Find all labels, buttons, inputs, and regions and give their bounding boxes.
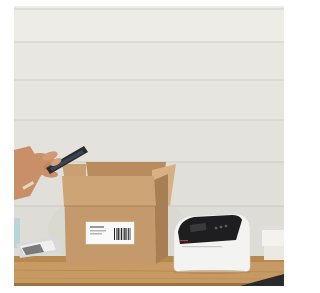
cardboard-box [62,162,176,264]
printer-button [214,226,218,230]
photo-scene [0,0,290,293]
printer-button [224,224,228,228]
label-printer [173,213,251,274]
printer-button [219,225,223,229]
shipping-label [85,221,135,245]
